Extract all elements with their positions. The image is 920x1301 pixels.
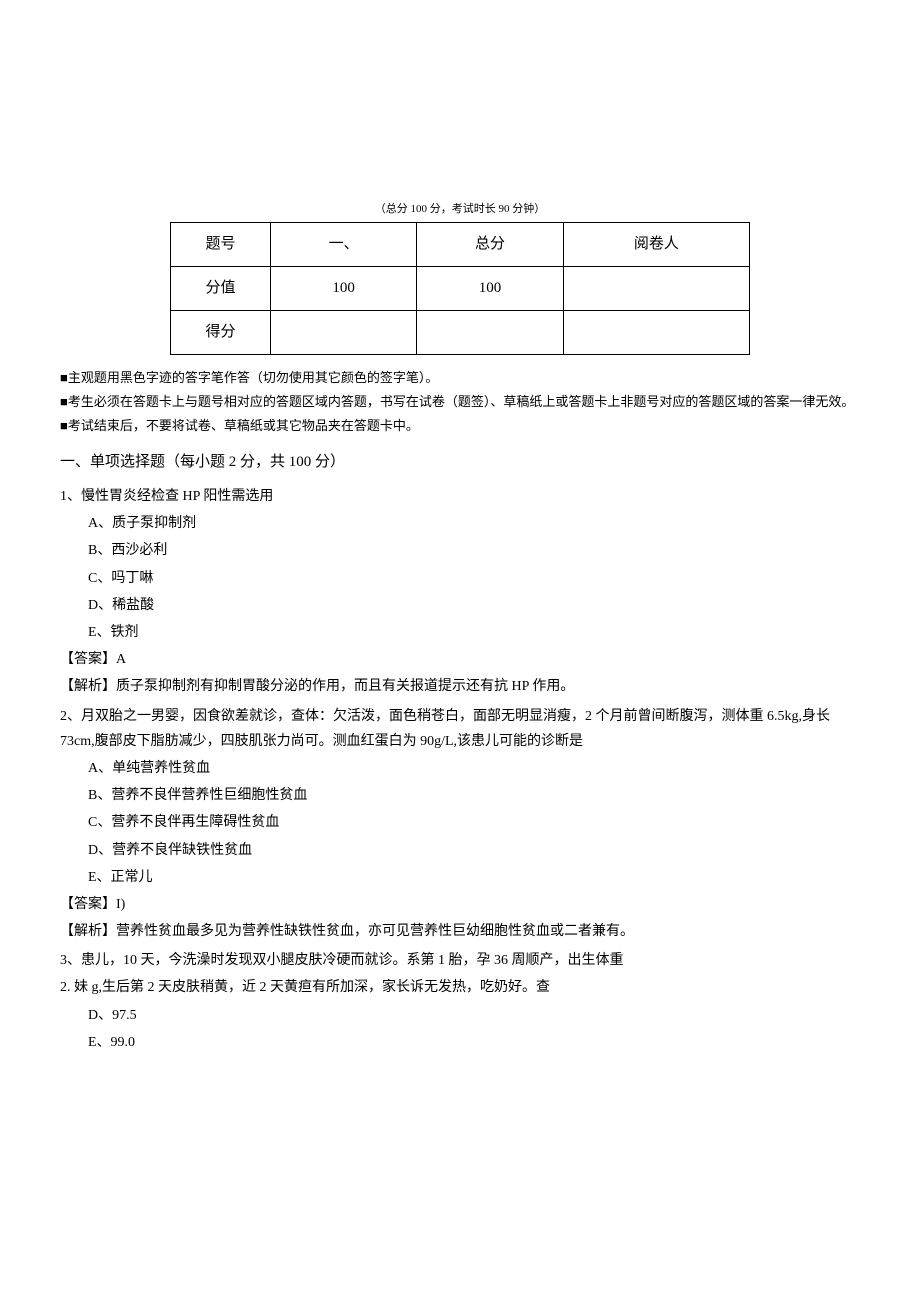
table-row: 得分 bbox=[171, 310, 750, 354]
cell bbox=[417, 310, 563, 354]
cell bbox=[563, 310, 749, 354]
option-c: C、营养不良伴再生障碍性贫血 bbox=[88, 810, 860, 835]
instructions-block: ■主观题用黑色字迹的答字笔作答（切勿使用其它颜色的签字笔）。 ■考生必须在答题卡… bbox=[60, 367, 860, 437]
option-d: D、稀盐酸 bbox=[88, 593, 860, 618]
cell bbox=[563, 266, 749, 310]
score-table: 题号 一、 总分 阅卷人 分值 100 100 得分 bbox=[170, 222, 750, 355]
cell: 100 bbox=[271, 266, 417, 310]
question-1: 1、慢性胃炎经检查 HP 阳性需选用 A、质子泵抑制剂 B、西沙必利 C、吗丁啉… bbox=[60, 484, 860, 700]
option-b: B、西沙必利 bbox=[88, 538, 860, 563]
options: A、单纯营养性贫血 B、营养不良伴营养性巨细胞性贫血 C、营养不良伴再生障碍性贫… bbox=[60, 756, 860, 890]
option-e: E、铁剂 bbox=[88, 620, 860, 645]
option-a: A、单纯营养性贫血 bbox=[88, 756, 860, 781]
analysis: 【解析】营养性贫血最多见为营养性缺铁性贫血，亦可见营养性巨幼细胞性贫血或二者兼有… bbox=[60, 919, 860, 944]
option-e: E、正常儿 bbox=[88, 865, 860, 890]
options: A、质子泵抑制剂 B、西沙必利 C、吗丁啉 D、稀盐酸 E、铁剂 bbox=[60, 511, 860, 645]
option-a: A、质子泵抑制剂 bbox=[88, 511, 860, 536]
question-stem: 3、患儿，10 天，今洗澡时发现双小腿皮肤冷硬而就诊。系第 1 胎，孕 36 周… bbox=[60, 948, 860, 973]
option-b: B、营养不良伴营养性巨细胞性贫血 bbox=[88, 783, 860, 808]
answer: 【答案】I) bbox=[60, 892, 860, 917]
options: D、97.5 E、99.0 bbox=[60, 1003, 860, 1055]
question-stem: 2、月双胎之一男婴，因食欲差就诊，查体：欠活泼，面色稍苍白，面部无明显消瘦，2 … bbox=[60, 704, 860, 754]
question-stem: 2. 妹 g,生后第 2 天皮肤稍黄，近 2 天黄疸有所加深，家长诉无发热，吃奶… bbox=[60, 975, 860, 1000]
analysis: 【解析】质子泵抑制剂有抑制胃酸分泌的作用，而且有关报道提示还有抗 HP 作用。 bbox=[60, 674, 860, 699]
header-note: （总分 100 分，考试时长 90 分钟） bbox=[60, 200, 860, 220]
cell: 总分 bbox=[417, 222, 563, 266]
cell: 100 bbox=[417, 266, 563, 310]
answer: 【答案】A bbox=[60, 647, 860, 672]
option-c: C、吗丁啉 bbox=[88, 566, 860, 591]
instruction-line: ■考试结束后，不要将试卷、草稿纸或其它物品夹在答题卡中。 bbox=[60, 415, 860, 437]
option-d: D、97.5 bbox=[88, 1003, 860, 1028]
table-row: 题号 一、 总分 阅卷人 bbox=[171, 222, 750, 266]
option-d: D、营养不良伴缺铁性贫血 bbox=[88, 838, 860, 863]
cell-label: 得分 bbox=[171, 310, 271, 354]
cell: 阅卷人 bbox=[563, 222, 749, 266]
table-row: 分值 100 100 bbox=[171, 266, 750, 310]
option-e: E、99.0 bbox=[88, 1030, 860, 1055]
question-3: 3、患儿，10 天，今洗澡时发现双小腿皮肤冷硬而就诊。系第 1 胎，孕 36 周… bbox=[60, 948, 860, 1055]
cell: 一、 bbox=[271, 222, 417, 266]
question-2: 2、月双胎之一男婴，因食欲差就诊，查体：欠活泼，面色稍苍白，面部无明显消瘦，2 … bbox=[60, 704, 860, 945]
cell-label: 分值 bbox=[171, 266, 271, 310]
question-stem: 1、慢性胃炎经检查 HP 阳性需选用 bbox=[60, 484, 860, 509]
section-title: 一、单项选择题（每小题 2 分，共 100 分） bbox=[60, 449, 860, 476]
cell-label: 题号 bbox=[171, 222, 271, 266]
instruction-line: ■考生必须在答题卡上与题号相对应的答题区域内答题，书写在试卷（题签）、草稿纸上或… bbox=[60, 391, 860, 413]
instruction-line: ■主观题用黑色字迹的答字笔作答（切勿使用其它颜色的签字笔）。 bbox=[60, 367, 860, 389]
cell bbox=[271, 310, 417, 354]
